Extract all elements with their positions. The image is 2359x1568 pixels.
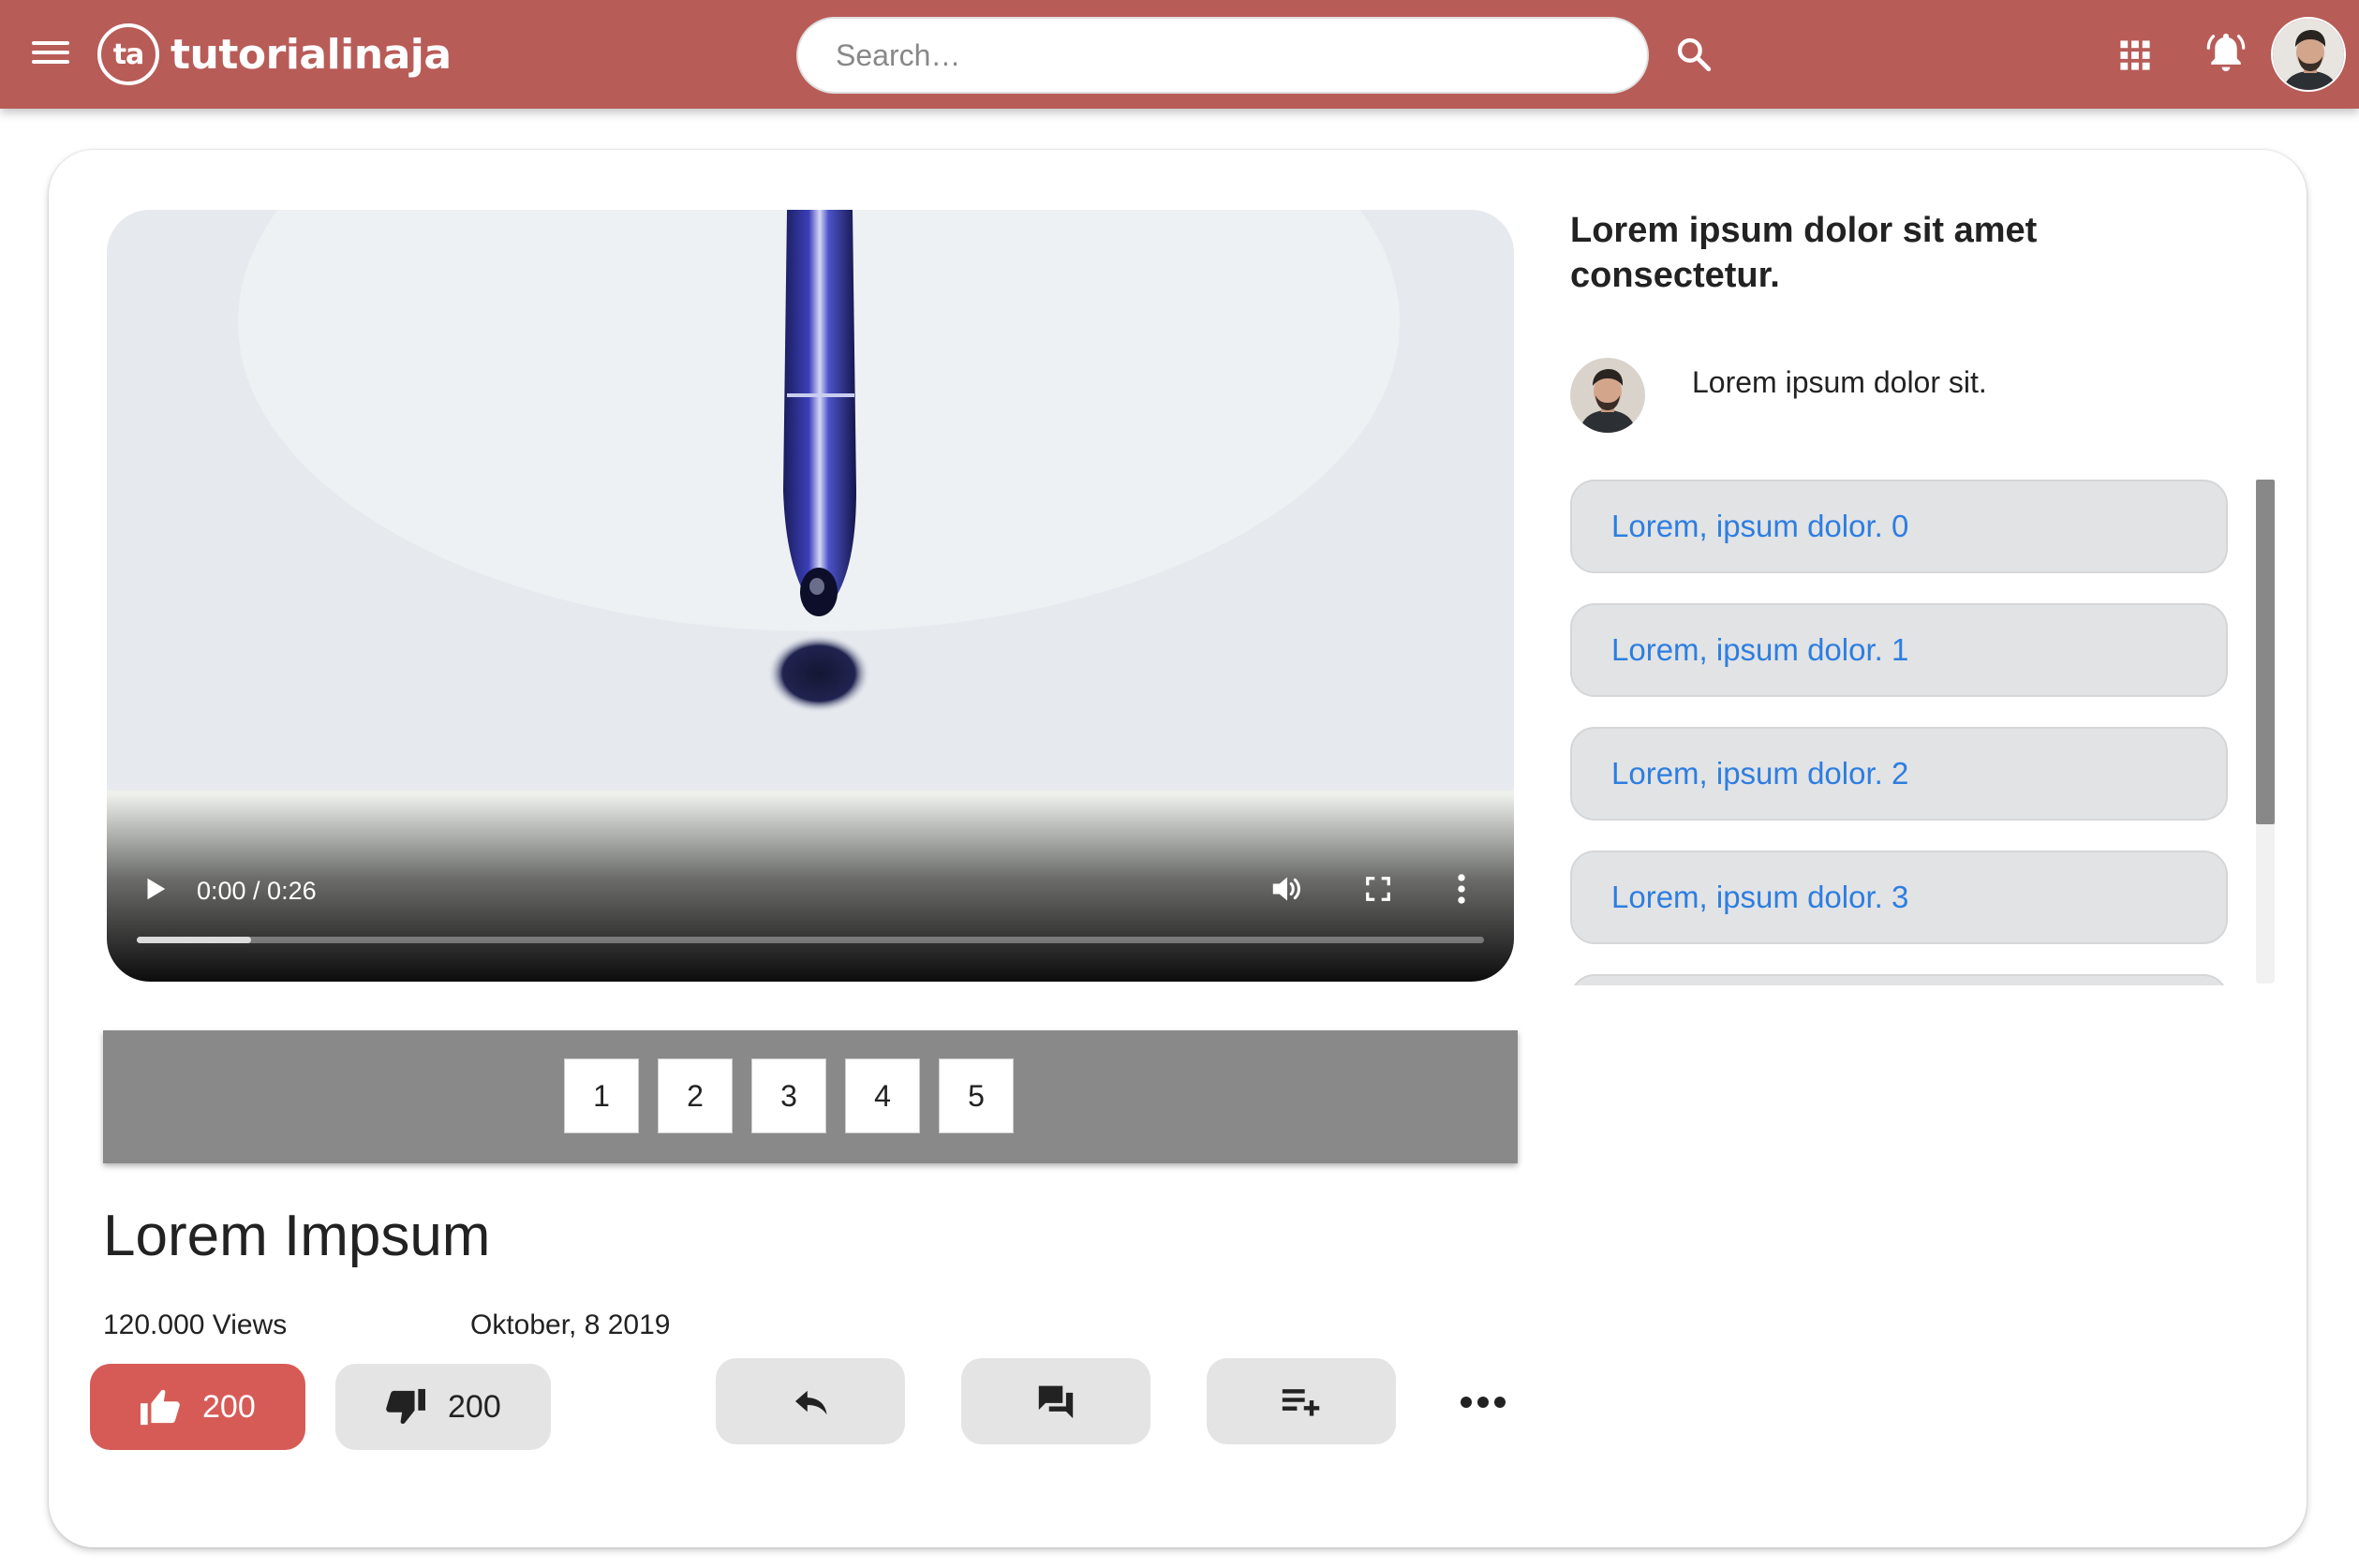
publish-date: Oktober, 8 2019 [470, 1309, 671, 1340]
sidebar-title: Lorem ipsum dolor sit amet consectetur. [1570, 211, 2038, 295]
avatar-image [2273, 19, 2344, 90]
view-count: 120.000 Views [103, 1309, 288, 1340]
page-button-5[interactable]: 5 [939, 1058, 1014, 1133]
page-button-2[interactable]: 2 [658, 1058, 733, 1133]
playlist-add-icon [1282, 1389, 1320, 1416]
list-item[interactable]: Lorem, ipsum dolor. 1 [1570, 603, 2228, 697]
top-app-bar: ta tutorialinaja [0, 0, 2359, 109]
play-icon[interactable] [141, 875, 169, 903]
like-button[interactable]: 200 [90, 1364, 305, 1450]
list-scrollbar-thumb[interactable] [2256, 480, 2275, 824]
list-item[interactable] [1570, 974, 2228, 985]
comments-button[interactable] [961, 1358, 1150, 1444]
video-more-options-icon[interactable] [1456, 873, 1467, 905]
comments-icon [1038, 1385, 1074, 1419]
fullscreen-icon[interactable] [1364, 875, 1392, 903]
related-list: Lorem, ipsum dolor. 0 Lorem, ipsum dolor… [1570, 480, 2278, 985]
logo-text: tutorialinaja [171, 30, 452, 79]
thumbs-up-icon [141, 1389, 180, 1426]
user-avatar[interactable] [2271, 17, 2346, 92]
video-player[interactable]: 0:00 / 0:26 [107, 210, 1514, 982]
thumbs-down-icon [386, 1388, 425, 1425]
add-to-playlist-button[interactable] [1207, 1358, 1396, 1444]
apps-grid-icon[interactable] [2119, 39, 2151, 71]
logo-badge: ta [97, 23, 159, 85]
volume-icon[interactable] [1270, 873, 1304, 905]
page-button-1[interactable]: 1 [564, 1058, 639, 1133]
list-item[interactable]: Lorem, ipsum dolor. 2 [1570, 727, 2228, 821]
menu-icon[interactable] [32, 37, 69, 67]
more-options-icon[interactable] [1458, 1386, 1508, 1418]
video-progress-fill [137, 937, 252, 943]
like-count: 200 [202, 1388, 256, 1425]
bell-icon[interactable] [2205, 30, 2247, 75]
author-avatar-image [1570, 358, 1645, 433]
dislike-button[interactable]: 200 [335, 1364, 551, 1450]
list-item[interactable]: Lorem, ipsum dolor. 3 [1570, 851, 2228, 944]
author-name: Lorem ipsum dolor sit. [1692, 365, 1987, 399]
list-item[interactable]: Lorem, ipsum dolor. 0 [1570, 480, 2228, 573]
search-input[interactable] [796, 17, 1649, 94]
video-progress-bar[interactable] [137, 937, 1484, 943]
pagination-bar: 1 2 3 4 5 [103, 1030, 1518, 1163]
dislike-count: 200 [448, 1388, 501, 1425]
search-icon[interactable] [1675, 36, 1713, 73]
video-title: Lorem Impsum [103, 1204, 491, 1268]
share-button[interactable] [716, 1358, 905, 1444]
logo[interactable]: ta tutorialinaja [97, 22, 452, 86]
video-time: 0:00 / 0:26 [197, 877, 317, 905]
reply-arrow-icon [795, 1390, 827, 1415]
horizontal-dots-icon [1461, 1397, 1506, 1408]
author-avatar[interactable] [1570, 358, 1645, 433]
page-button-3[interactable]: 3 [751, 1058, 826, 1133]
page-button-4[interactable]: 4 [845, 1058, 920, 1133]
